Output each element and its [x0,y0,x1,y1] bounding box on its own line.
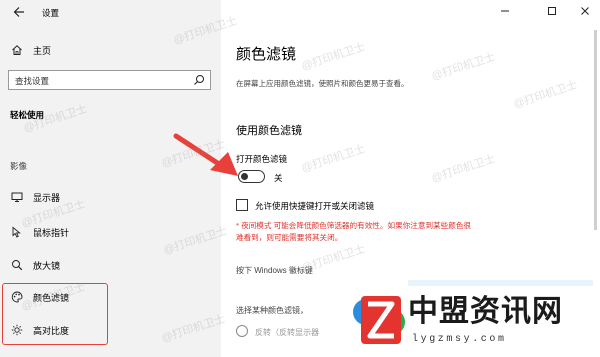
warning-text-line1: 可能会降低颜色筛选器的有效性。如果你注意到某些颜色很 [273,221,472,230]
search-icon [194,75,204,85]
minimize-icon [501,10,509,12]
page-title: 颜色滤镜 [236,46,297,63]
search-input[interactable]: 查找设置 [8,70,211,90]
select-filter-label: 选择某种颜色滤镜， [236,306,308,315]
minimize-button[interactable] [498,4,512,18]
toggle-state-text: 关 [274,173,283,183]
shortcut-key-checkbox[interactable] [236,199,248,211]
invert-radio[interactable] [236,325,248,337]
section-heading: 使用颜色滤镜 [236,125,302,137]
group-label-vision: 影像 [10,161,28,171]
checkbox-label: 允许使用快捷键打开或关闭滤镜 [255,201,375,211]
night-mode-warning: * 夜间模式 可能会降低颜色筛选器的有效性。如果你注意到某些颜色很 难看到，则可… [236,220,566,244]
sidebar-item-label: 显示器 [33,192,61,203]
home-icon [9,42,25,58]
brand-logo: 中盟资讯网 lygzmsy.com [350,280,595,354]
brand-name: 中盟资讯网 [408,295,563,328]
magnifier-icon [9,257,25,273]
warning-text-line2: 难看到，则可能需要将其关闭。 [236,233,343,242]
window-title: 设置 [42,8,60,18]
sidebar-item-label: 放大镜 [33,260,61,271]
brand-mark-icon [353,296,405,344]
sidebar-item-magnifier[interactable]: 放大镜 [0,252,221,278]
scrollbar[interactable] [594,30,597,230]
page-description: 在屏幕上应用颜色滤镜，使照片和颜色更易于查看。 [236,79,409,88]
night-mode-link[interactable]: 夜间模式 [241,221,271,230]
sidebar-item-label: 主页 [33,45,52,56]
back-arrow-icon[interactable] [12,5,26,19]
sidebar-item-display[interactable]: 显示器 [0,184,221,210]
sidebar-item-label: 鼠标指针 [33,227,70,238]
search-placeholder: 查找设置 [15,76,50,86]
maximize-icon [548,7,556,15]
monitor-icon [9,189,25,205]
close-button[interactable] [578,4,592,18]
brand-url: lygzmsy.com [412,334,507,345]
maximize-button[interactable] [545,4,559,18]
close-icon [581,7,589,15]
invert-radio-label: 反转（反转显示器 [255,328,319,337]
